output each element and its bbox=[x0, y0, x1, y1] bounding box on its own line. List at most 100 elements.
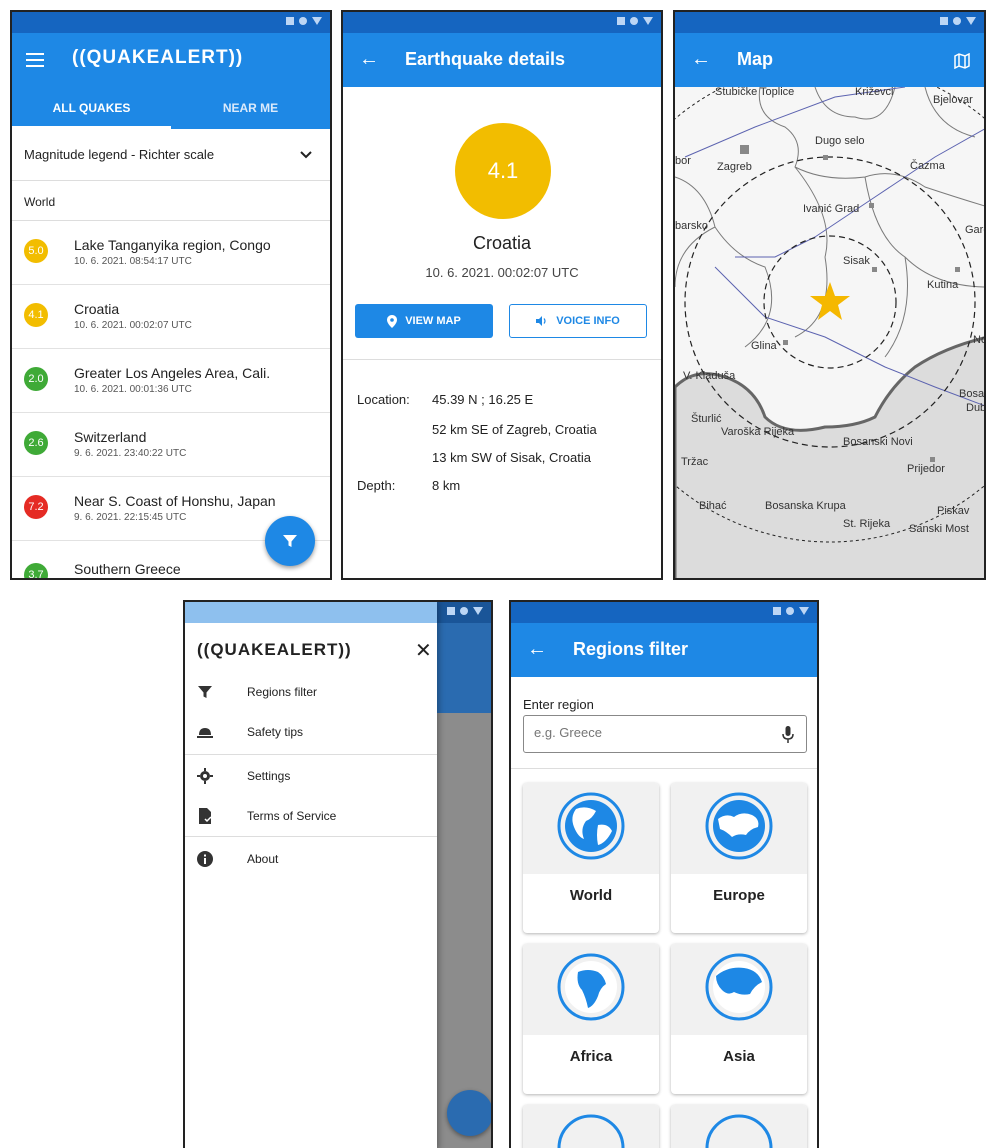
magnitude-badge: 4.1 bbox=[24, 303, 48, 327]
map-label: No bbox=[973, 334, 986, 346]
quake-time: 9. 6. 2021. 22:15:45 UTC bbox=[74, 512, 187, 523]
region-name: Europe bbox=[713, 887, 765, 904]
map-label: Dub bbox=[966, 402, 986, 414]
map-label: Prijedor bbox=[907, 463, 945, 475]
quake-list-item[interactable]: 2.6 Switzerland 9. 6. 2021. 23:40:22 UTC bbox=[12, 413, 330, 477]
map-canvas[interactable]: Stubičke Toplice Križevci Bjelovar Dugo … bbox=[675, 87, 986, 580]
city-marker bbox=[869, 203, 874, 208]
quake-place: Croatia bbox=[74, 301, 120, 317]
wifi-icon bbox=[786, 607, 794, 615]
dimmed-filter-fab bbox=[447, 1090, 491, 1136]
quake-place: Croatia bbox=[472, 233, 532, 253]
quake-place: Lake Tanganyika region, Congo bbox=[74, 237, 271, 253]
tab-near-me[interactable]: NEAR ME bbox=[171, 101, 330, 115]
earthquake-details-screen: ← Earthquake details 4.1 Croatia 10. 6. … bbox=[341, 10, 663, 580]
menu-icon[interactable] bbox=[26, 53, 44, 67]
region-label: World bbox=[24, 195, 56, 209]
magnitude-badge: 3.7 bbox=[24, 563, 48, 578]
quake-list-item[interactable]: 5.0 Lake Tanganyika region, Congo 10. 6.… bbox=[12, 221, 330, 285]
map-label: barsko bbox=[675, 220, 708, 232]
back-arrow-icon[interactable]: ← bbox=[359, 48, 379, 71]
quake-time: 10. 6. 2021. 00:02:07 UTC bbox=[74, 320, 192, 331]
region-name: Asia bbox=[723, 1048, 755, 1065]
tab-bar: ALL QUAKES NEAR ME bbox=[12, 87, 330, 129]
wifi-icon bbox=[953, 17, 961, 25]
page-title: Regions filter bbox=[573, 639, 689, 659]
map-label: bor bbox=[675, 155, 691, 167]
drawer-item-settings[interactable]: Settings bbox=[185, 756, 437, 796]
quake-time: 10. 6. 2021. 08:54:17 UTC bbox=[74, 256, 192, 267]
region-card[interactable] bbox=[523, 1105, 659, 1148]
map-label: Šturlić bbox=[691, 412, 722, 425]
drawer-item-label: Regions filter bbox=[247, 685, 318, 699]
region-card-asia[interactable]: Asia bbox=[671, 944, 807, 1094]
microphone-icon[interactable] bbox=[782, 726, 794, 743]
location-distance-zagreb: 52 km SE of Zagreb, Croatia bbox=[432, 422, 597, 437]
drawer-item-regions-filter[interactable]: Regions filter bbox=[185, 672, 437, 712]
status-bar bbox=[12, 12, 330, 33]
map-label: Dugo selo bbox=[815, 135, 865, 147]
quake-list-item[interactable]: 2.0 Greater Los Angeles Area, Cali. 10. … bbox=[12, 349, 330, 413]
drawer-item-label: Terms of Service bbox=[247, 809, 337, 823]
city-marker bbox=[823, 155, 828, 160]
drawer-status-bar bbox=[185, 602, 437, 623]
divider bbox=[511, 768, 817, 769]
quake-list-item[interactable]: 4.1 Croatia 10. 6. 2021. 00:02:07 UTC bbox=[12, 285, 330, 349]
info-icon bbox=[197, 851, 213, 867]
map-label: Bihać bbox=[699, 500, 727, 512]
map-label: Bjelovar bbox=[933, 94, 973, 106]
map-label: Stubičke Toplice bbox=[715, 87, 794, 98]
document-icon bbox=[199, 808, 212, 824]
map-label: Bosanska Krupa bbox=[765, 500, 847, 512]
drawer-item-about[interactable]: About bbox=[185, 839, 437, 879]
drawer-item-label: About bbox=[247, 852, 279, 866]
back-arrow-icon[interactable]: ← bbox=[691, 48, 711, 71]
voice-info-button[interactable]: VOICE INFO bbox=[509, 304, 647, 338]
speaker-icon bbox=[536, 316, 546, 326]
drawer-item-label: Settings bbox=[247, 769, 291, 783]
map-label: Glina bbox=[751, 340, 778, 352]
filter-fab[interactable] bbox=[265, 516, 315, 566]
region-name: World bbox=[569, 887, 613, 904]
map-screen: Stubičke Toplice Križevci Bjelovar Dugo … bbox=[673, 10, 986, 580]
back-arrow-icon[interactable]: ← bbox=[527, 638, 547, 661]
drawer-item-safety-tips[interactable]: Safety tips bbox=[185, 712, 437, 752]
status-bar bbox=[511, 602, 817, 623]
close-icon[interactable]: ✕ bbox=[415, 638, 432, 663]
map-label: Sisak bbox=[843, 255, 870, 267]
app-bar: ((QUAKEALERT)) bbox=[12, 33, 330, 87]
map-label: Križevci bbox=[855, 87, 894, 98]
region-search-field[interactable] bbox=[523, 715, 807, 753]
magnitude-badge: 5.0 bbox=[24, 239, 48, 263]
region-card-world[interactable]: World bbox=[523, 783, 659, 933]
region-card-europe[interactable]: Europe bbox=[671, 783, 807, 933]
map-label: St. Rijeka bbox=[843, 518, 891, 530]
map-label: Piskav bbox=[937, 505, 970, 517]
tab-all-quakes[interactable]: ALL QUAKES bbox=[12, 101, 171, 115]
region-header: World bbox=[12, 181, 330, 221]
drawer-logo: ((QUAKEALERT)) bbox=[197, 640, 352, 659]
drawer-item-terms-of-service[interactable]: Terms of Service bbox=[185, 796, 437, 836]
magnitude-legend-dropdown[interactable]: Magnitude legend - Richter scale bbox=[12, 129, 330, 181]
divider bbox=[185, 754, 437, 755]
signal-icon bbox=[940, 17, 948, 25]
city-marker bbox=[872, 267, 877, 272]
filter-icon bbox=[198, 686, 212, 698]
status-bar bbox=[343, 12, 661, 33]
region-card-africa[interactable]: Africa bbox=[523, 944, 659, 1094]
region-card[interactable] bbox=[671, 1105, 807, 1148]
signal-icon bbox=[773, 607, 781, 615]
region-name: Africa bbox=[569, 1048, 613, 1065]
map-label: Bosa bbox=[959, 388, 985, 400]
location-pin-icon bbox=[387, 314, 398, 328]
battery-icon bbox=[966, 17, 976, 25]
region-search-input[interactable] bbox=[534, 725, 764, 740]
view-map-label: VIEW MAP bbox=[405, 315, 461, 327]
map-layers-icon[interactable] bbox=[954, 53, 970, 69]
map-label: Tržac bbox=[681, 456, 709, 468]
magnitude-badge: 2.6 bbox=[24, 431, 48, 455]
quake-place: Southern Greece bbox=[74, 561, 181, 577]
view-map-button[interactable]: VIEW MAP bbox=[355, 304, 493, 338]
battery-icon bbox=[312, 17, 322, 25]
drawer-item-label: Safety tips bbox=[247, 725, 304, 739]
